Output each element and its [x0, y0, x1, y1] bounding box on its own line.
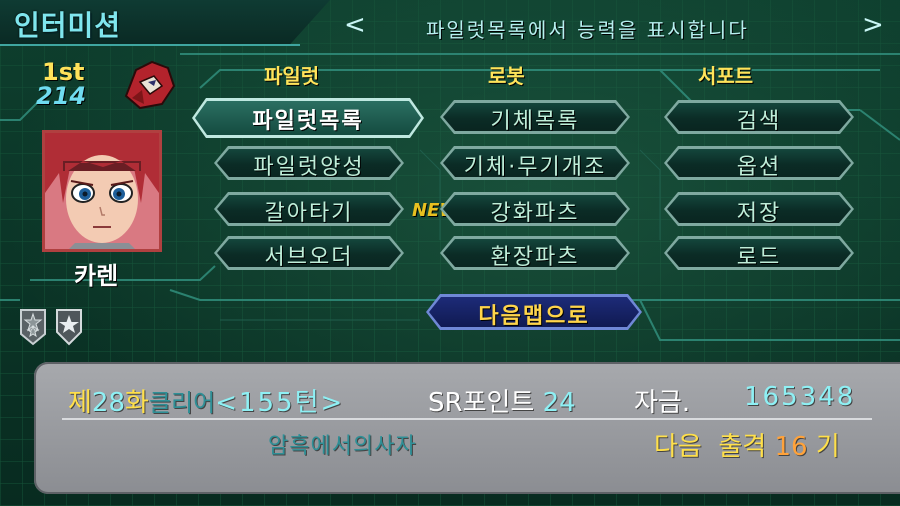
chapter-suffix: 화 [125, 388, 149, 418]
help-bar: < 파일럿목록에서 능력을 표시합니다 > [338, 10, 888, 46]
pilot-training-button[interactable]: 파일럿양성 [214, 146, 404, 180]
options-label: 옵션 [736, 155, 782, 180]
clear-turns: <155턴> [215, 388, 345, 418]
search-label: 검색 [736, 109, 782, 134]
sub-order-button[interactable]: 서브오더 [214, 236, 404, 270]
unit-list-button[interactable]: 기체목록 [440, 100, 630, 134]
swap-parts-label: 환장파츠 [490, 245, 580, 270]
save-button[interactable]: 저장 [664, 192, 854, 226]
title-bar-edge [0, 44, 300, 46]
support-column-header: 서포트 [698, 64, 754, 88]
funds-value-wrap: 165348 [744, 382, 855, 412]
stage-name-wrap: 암흑에서의사자 [268, 428, 417, 460]
help-text: 파일럿목록에서 능력을 표시합니다 [426, 18, 749, 42]
clear-label: 클리어 [148, 389, 216, 417]
funds-value: 165348 [744, 382, 856, 412]
load-button[interactable]: 로드 [664, 236, 854, 270]
pilot-list-button[interactable]: 파일럿목록 [192, 98, 424, 138]
chapter-info: 제28화클리어<155턴> [68, 382, 344, 419]
robot-unit-icon [124, 60, 176, 110]
enhance-parts-label: 강화파츠 [490, 201, 580, 226]
sr-label: SR포인트 [428, 388, 535, 418]
screen-title: 인터미션 [14, 9, 122, 42]
transfer-label: 갈아타기 [264, 201, 354, 226]
pilot-portrait [42, 130, 162, 252]
save-label: 저장 [736, 201, 782, 226]
ace-score: 214 [36, 82, 87, 110]
funds: 자금. [634, 382, 690, 419]
search-button[interactable]: 검색 [664, 100, 854, 134]
funds-label: 자금. [634, 388, 691, 418]
arrow-right-icon[interactable]: > [862, 10, 884, 40]
shield-star-badge-icon [56, 309, 82, 346]
pilot-name: 카렌 [74, 262, 119, 290]
pilot-list-label: 파일럿목록 [252, 109, 364, 134]
portrait-face-icon [45, 133, 159, 249]
enhance-parts-button[interactable]: 강화파츠 [440, 192, 630, 226]
sr-points: SR포인트 24 [428, 382, 576, 419]
next-map-button[interactable]: 다음맵으로 [426, 294, 642, 330]
options-button[interactable]: 옵션 [664, 146, 854, 180]
pilot-training-label: 파일럿양성 [253, 155, 365, 180]
sub-order-label: 서브오더 [264, 245, 354, 270]
load-label: 로드 [736, 245, 782, 270]
unit-upgrade-button[interactable]: 기체·무기개조 [440, 146, 630, 180]
next-sortie: 다음 출격 16 기 [654, 426, 840, 463]
chapter-number: 28 [91, 388, 126, 418]
transfer-button[interactable]: 갈아타기 [214, 192, 404, 226]
next-map-label: 다음맵으로 [478, 304, 590, 329]
swap-parts-button[interactable]: 환장파츠 [440, 236, 630, 270]
sortie-label: 다음 출격 [654, 432, 767, 462]
unit-list-label: 기체목록 [490, 109, 580, 134]
chapter-prefix: 제 [68, 388, 92, 418]
star-badge-icon [20, 309, 46, 346]
sortie-unit: 기 [815, 432, 840, 462]
robot-column-header: 로봇 [488, 64, 525, 88]
unit-upgrade-label: 기체·무기개조 [463, 155, 607, 180]
pilot-column-header: 파일럿 [264, 64, 320, 88]
stage-name: 암흑에서의사자 [268, 434, 417, 459]
arrow-left-icon[interactable]: < [344, 10, 366, 40]
status-divider [62, 418, 872, 420]
sr-value: 24 [542, 388, 576, 418]
sortie-count: 16 [774, 432, 808, 462]
